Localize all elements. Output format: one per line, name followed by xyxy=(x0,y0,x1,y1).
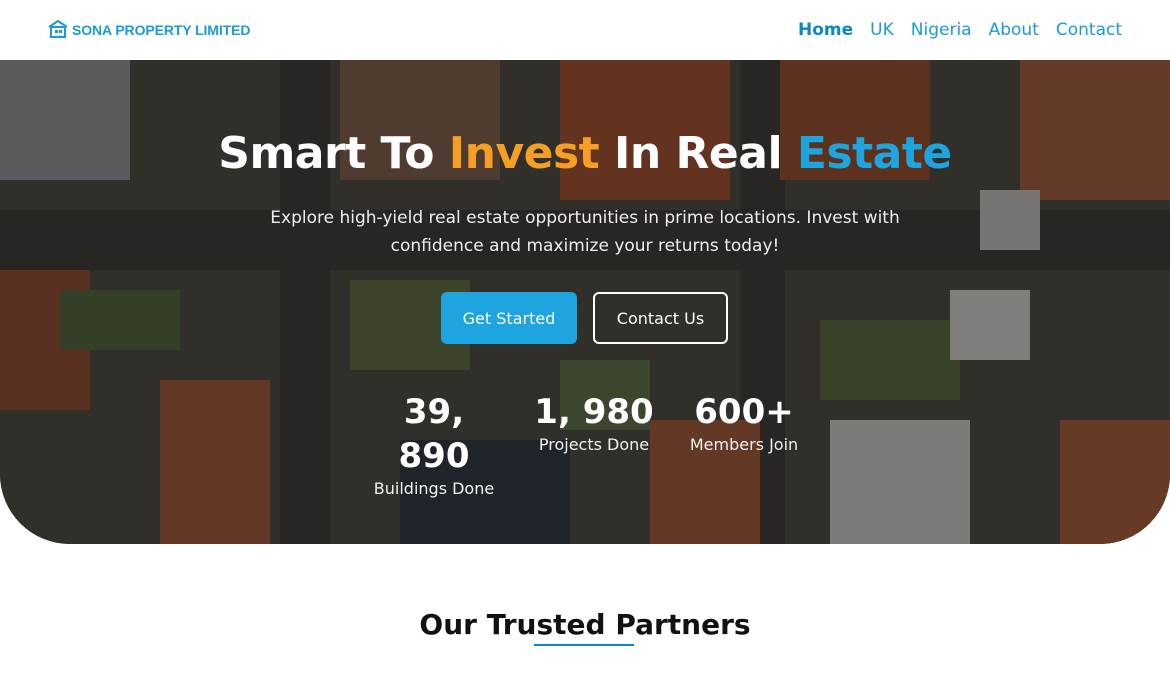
contact-us-button[interactable]: Contact Us xyxy=(593,292,728,344)
hero-title-accent-invest: Invest xyxy=(448,128,600,179)
nav-item-home[interactable]: Home xyxy=(798,18,853,42)
stat-value: 39, 890 xyxy=(398,392,470,476)
nav-item-uk[interactable]: UK xyxy=(870,18,894,42)
hero-title-part1: Smart To xyxy=(218,128,449,179)
stats-row: 39, 890 Buildings Done 1, 980 Projects D… xyxy=(0,390,1170,498)
stat-label: Buildings Done xyxy=(373,479,495,498)
hero-title-part2: In Real xyxy=(599,128,797,179)
stat-value: 600+ xyxy=(694,392,794,432)
house-icon xyxy=(47,18,69,40)
navbar: SONA PROPERTY LIMITED Home UK Nigeria Ab… xyxy=(0,0,1170,60)
partners-title: Our Trusted Partners xyxy=(419,608,751,641)
stat-buildings: 39, 890 Buildings Done xyxy=(364,390,504,500)
brand-logo[interactable]: SONA PROPERTY LIMITED xyxy=(47,18,250,40)
main-nav: Home UK Nigeria About Contact xyxy=(781,18,1122,42)
stat-members: 600+ Members Join xyxy=(684,390,804,456)
stat-label: Projects Done xyxy=(538,435,650,454)
brand-name: SONA PROPERTY LIMITED xyxy=(72,22,251,38)
nav-item-contact[interactable]: Contact xyxy=(1056,18,1122,42)
partners-title-underline xyxy=(534,644,634,646)
get-started-button[interactable]: Get Started xyxy=(441,292,577,344)
stat-value: 1, 980 xyxy=(534,392,654,432)
hero-title-accent-estate: Estate xyxy=(796,128,952,179)
hero-title: Smart To Invest In Real Estate xyxy=(0,128,1170,179)
nav-item-about[interactable]: About xyxy=(989,18,1039,42)
stat-label: Members Join xyxy=(689,435,799,454)
nav-item-nigeria[interactable]: Nigeria xyxy=(911,18,972,42)
hero-section: Smart To Invest In Real Estate Explore h… xyxy=(0,60,1170,544)
hero-subtitle: Explore high-yield real estate opportuni… xyxy=(270,208,900,256)
stat-projects: 1, 980 Projects Done xyxy=(528,390,660,456)
hero-content: Smart To Invest In Real Estate Explore h… xyxy=(0,60,1170,544)
